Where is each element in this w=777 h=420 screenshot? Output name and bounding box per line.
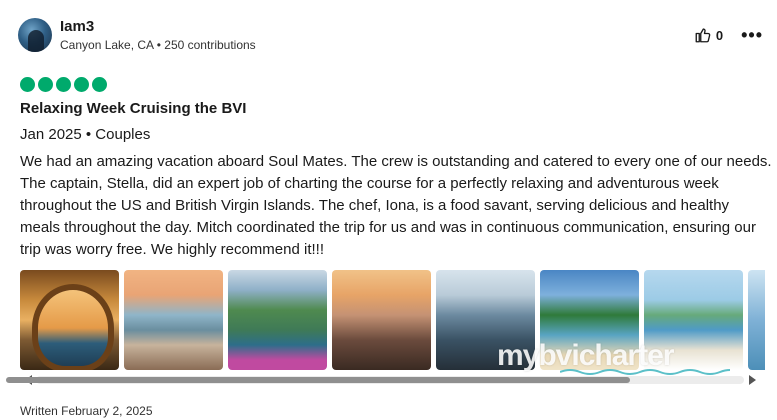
review-actions: 0 ••• xyxy=(694,26,763,44)
review-photo[interactable] xyxy=(20,270,119,370)
helpful-vote-count: 0 xyxy=(715,27,724,43)
more-options-icon[interactable]: ••• xyxy=(741,26,763,44)
scroll-right-arrow-icon[interactable] xyxy=(749,375,756,385)
rating-bubble-icon xyxy=(92,77,107,92)
user-meta: Canyon Lake, CA • 250 contributions xyxy=(60,38,256,52)
photo-gallery xyxy=(20,270,765,370)
thumbs-up-icon xyxy=(695,28,711,43)
user-location: Canyon Lake, CA xyxy=(60,38,154,52)
scrollbar-thumb[interactable] xyxy=(6,377,630,383)
written-date: Written February 2, 2025 xyxy=(20,404,153,418)
user-contributions: 250 contributions xyxy=(164,38,256,52)
review-title[interactable]: Relaxing Week Cruising the BVI xyxy=(20,100,246,117)
username[interactable]: Iam3 xyxy=(60,18,94,35)
rating-bubble-icon xyxy=(74,77,89,92)
meta-separator: • xyxy=(153,38,165,52)
rating-bubble-icon xyxy=(20,77,35,92)
rating-bubble-icon xyxy=(38,77,53,92)
rating-bubbles xyxy=(20,77,107,92)
review-photo[interactable] xyxy=(436,270,535,370)
review-photo[interactable] xyxy=(540,270,639,370)
trip-info: Jan 2025 • Couples xyxy=(20,126,151,143)
rating-bubble-icon xyxy=(56,77,71,92)
review-photo[interactable] xyxy=(748,270,765,370)
review-photo[interactable] xyxy=(644,270,743,370)
helpful-vote-button[interactable]: 0 xyxy=(694,26,723,44)
review-photo[interactable] xyxy=(124,270,223,370)
review-text: We had an amazing vacation aboard Soul M… xyxy=(20,153,772,258)
review-header: Iam3 Canyon Lake, CA • 250 contributions… xyxy=(18,16,763,56)
avatar[interactable] xyxy=(18,18,52,52)
review-photo[interactable] xyxy=(228,270,327,370)
review-photo[interactable] xyxy=(332,270,431,370)
